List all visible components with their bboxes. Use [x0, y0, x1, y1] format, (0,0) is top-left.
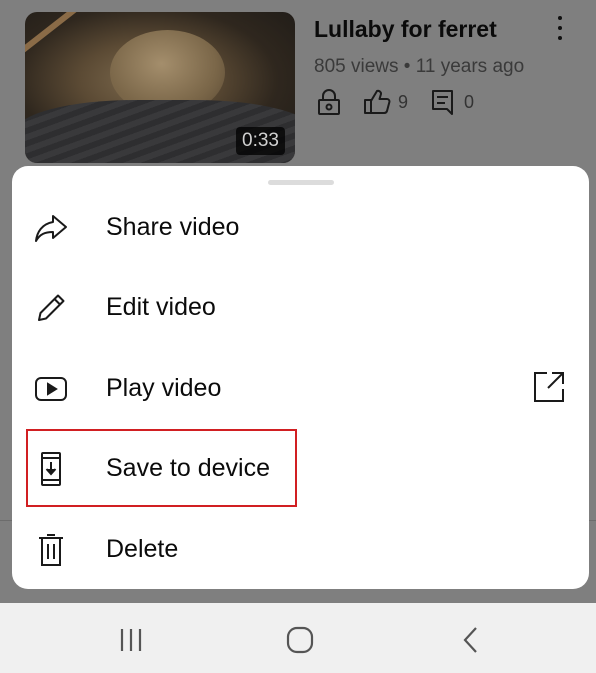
menu-item-label: Edit video [106, 293, 216, 321]
back-icon[interactable] [454, 625, 488, 655]
thumbnail-detail [25, 12, 105, 65]
recent-apps-icon[interactable] [114, 625, 148, 655]
menu-item-play-video[interactable]: Play video [12, 348, 589, 428]
bottom-sheet-menu: Share video Edit video Play video Save t… [12, 166, 589, 589]
video-duration: 0:33 [236, 127, 285, 155]
video-thumbnail[interactable]: 0:33 [25, 12, 295, 163]
like-count: 9 [398, 91, 409, 112]
menu-item-label: Delete [106, 535, 179, 563]
menu-item-delete[interactable]: Delete [12, 509, 589, 589]
comment-icon [428, 87, 458, 117]
video-meta: 805 views • 11 years ago [314, 56, 525, 77]
trash-icon [34, 533, 68, 567]
menu-item-share-video[interactable]: Share video [12, 187, 589, 267]
highlight-box [26, 429, 297, 507]
home-icon[interactable] [283, 625, 317, 655]
thumbs-up-icon [362, 87, 392, 117]
video-title[interactable]: Lullaby for ferret [314, 16, 497, 43]
video-list-item[interactable]: 0:33 Lullaby for ferret 805 views • 11 y… [0, 0, 596, 165]
more-vert-icon[interactable] [550, 14, 570, 42]
menu-item-edit-video[interactable]: Edit video [12, 267, 589, 347]
sheet-drag-handle[interactable] [268, 180, 334, 185]
system-navigation-bar [0, 603, 596, 673]
comment-count: 0 [464, 91, 475, 112]
play-icon [34, 372, 68, 406]
lock-icon [314, 87, 344, 117]
menu-item-label: Share video [106, 213, 240, 241]
pencil-icon [34, 291, 68, 325]
video-stats: 9 0 [314, 86, 494, 118]
menu-item-label: Play video [106, 374, 222, 402]
open-external-icon[interactable] [532, 370, 566, 404]
share-icon [34, 211, 68, 245]
